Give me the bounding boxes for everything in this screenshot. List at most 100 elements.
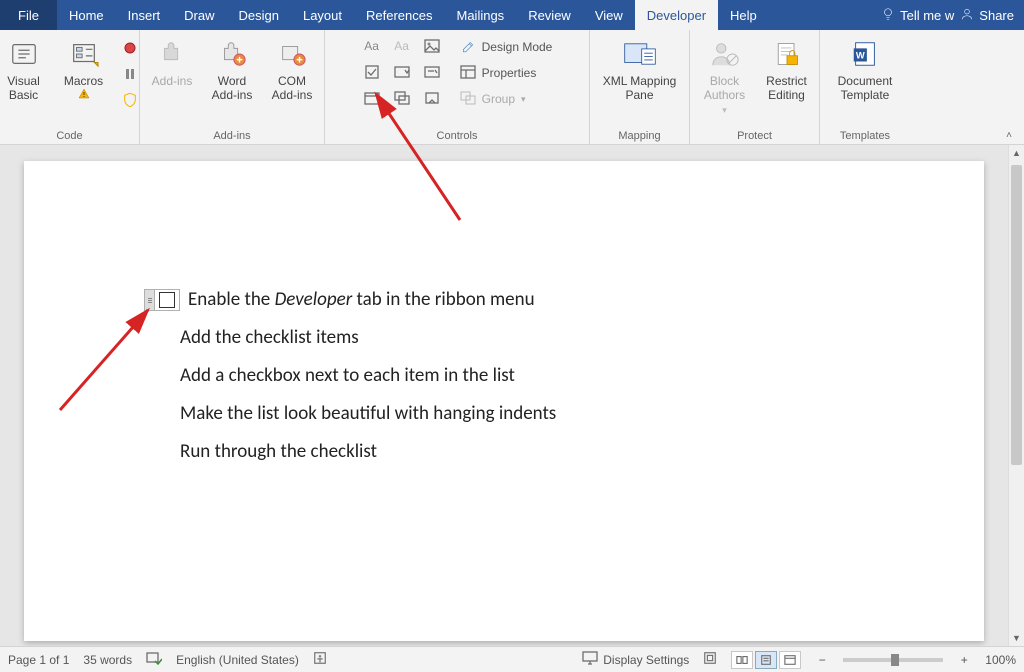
controls-gallery: Aa Aa bbox=[358, 34, 446, 110]
lightbulb-icon bbox=[881, 7, 895, 24]
repeating-section-control[interactable] bbox=[388, 86, 416, 110]
zoom-out[interactable]: − bbox=[815, 653, 829, 667]
workspace: Enable the Developer tab in the ribbon m… bbox=[0, 145, 1008, 646]
block-authors-label: Block Authors bbox=[697, 74, 753, 103]
tab-help[interactable]: Help bbox=[718, 0, 769, 30]
tell-me[interactable]: Tell me w bbox=[881, 7, 954, 24]
scroll-up-button[interactable]: ▲ bbox=[1009, 145, 1024, 161]
tab-design[interactable]: Design bbox=[227, 0, 291, 30]
zoom-knob[interactable] bbox=[891, 654, 899, 666]
share-button[interactable]: Share bbox=[960, 7, 1014, 24]
document-body[interactable]: Enable the Developer tab in the ribbon m… bbox=[144, 281, 556, 471]
combobox-control[interactable] bbox=[388, 60, 416, 84]
tab-view[interactable]: View bbox=[583, 0, 635, 30]
word-addins-button[interactable]: Word Add-ins bbox=[204, 34, 260, 105]
addins-icon bbox=[154, 36, 190, 72]
group-icon bbox=[460, 91, 476, 108]
xml-mapping-button[interactable]: XML Mapping Pane bbox=[597, 34, 683, 105]
restrict-editing-icon bbox=[769, 36, 805, 72]
block-authors-icon bbox=[707, 36, 743, 72]
tab-home[interactable]: Home bbox=[57, 0, 116, 30]
properties-button[interactable]: Properties bbox=[456, 62, 557, 84]
accessibility-icon bbox=[313, 651, 327, 668]
rich-text-control[interactable]: Aa bbox=[358, 34, 386, 58]
tab-file[interactable]: File bbox=[0, 0, 57, 30]
status-page[interactable]: Page 1 of 1 bbox=[8, 653, 69, 667]
view-print-layout[interactable] bbox=[755, 651, 777, 669]
design-mode-icon bbox=[460, 39, 476, 56]
restrict-editing-button[interactable]: Restrict Editing bbox=[759, 34, 815, 105]
macros-button[interactable]: Macros bbox=[56, 34, 112, 108]
tab-mailings[interactable]: Mailings bbox=[445, 0, 517, 30]
svg-text:W: W bbox=[856, 51, 865, 61]
focus-icon bbox=[703, 651, 717, 668]
tell-me-label: Tell me w bbox=[900, 8, 954, 23]
content-control-handle[interactable] bbox=[145, 290, 155, 310]
design-mode-button[interactable]: Design Mode bbox=[456, 36, 557, 58]
status-language[interactable]: English (United States) bbox=[176, 653, 299, 667]
tab-insert[interactable]: Insert bbox=[116, 0, 173, 30]
group-button[interactable]: Group ▾ bbox=[456, 88, 557, 110]
group-addins-label: Add-ins bbox=[146, 128, 318, 144]
spellcheck-icon bbox=[146, 651, 162, 668]
xml-mapping-label: XML Mapping Pane bbox=[599, 74, 681, 103]
com-addins-button[interactable]: COM Add-ins bbox=[264, 34, 320, 105]
visual-basic-button[interactable]: Visual Basic bbox=[0, 34, 52, 105]
scroll-down-button[interactable]: ▼ bbox=[1009, 630, 1024, 646]
legacy-tools-control[interactable] bbox=[418, 86, 446, 110]
tab-references[interactable]: References bbox=[354, 0, 444, 30]
scroll-thumb[interactable] bbox=[1011, 165, 1022, 465]
visual-basic-label: Visual Basic bbox=[0, 74, 50, 103]
display-settings[interactable]: Display Settings bbox=[582, 651, 689, 668]
tab-draw[interactable]: Draw bbox=[172, 0, 226, 30]
view-read-mode[interactable] bbox=[731, 651, 753, 669]
view-web-layout[interactable] bbox=[779, 651, 801, 669]
status-accessibility[interactable] bbox=[313, 651, 327, 668]
monitor-icon bbox=[582, 651, 598, 668]
share-label: Share bbox=[979, 8, 1014, 23]
block-authors-button[interactable]: Block Authors ▾ bbox=[695, 34, 755, 118]
restrict-editing-label: Restrict Editing bbox=[761, 74, 813, 103]
word-addins-label: Word Add-ins bbox=[206, 74, 258, 103]
vertical-scrollbar[interactable]: ▲ ▼ bbox=[1008, 145, 1024, 646]
line3-text: Add a checkbox next to each item in the … bbox=[180, 357, 515, 395]
addins-label: Add-ins bbox=[152, 74, 193, 88]
zoom-in[interactable]: + bbox=[957, 653, 971, 667]
chevron-down-icon: ▾ bbox=[722, 105, 727, 116]
doc-line-5: Run through the checklist bbox=[144, 433, 556, 471]
tab-layout[interactable]: Layout bbox=[291, 0, 354, 30]
checkbox-box[interactable] bbox=[159, 292, 175, 308]
zoom-slider[interactable] bbox=[843, 658, 943, 662]
dropdown-control[interactable] bbox=[418, 60, 446, 84]
group-mapping: XML Mapping Pane Mapping bbox=[590, 30, 690, 144]
picture-control[interactable] bbox=[418, 34, 446, 58]
addins-button[interactable]: Add-ins bbox=[144, 34, 200, 90]
doc-text: Enable the Developer tab in the ribbon m… bbox=[188, 281, 535, 319]
tab-developer[interactable]: Developer bbox=[635, 0, 718, 30]
checkbox-content-control[interactable] bbox=[144, 289, 180, 311]
group-protect-label: Protect bbox=[696, 128, 813, 144]
plain-text-control[interactable]: Aa bbox=[388, 34, 416, 58]
status-spellcheck[interactable] bbox=[146, 651, 162, 668]
document-template-button[interactable]: W Document Template bbox=[827, 34, 903, 105]
group-templates-label: Templates bbox=[826, 128, 904, 144]
group-controls: Aa Aa bbox=[325, 30, 590, 144]
checkbox-control[interactable] bbox=[358, 60, 386, 84]
tab-review[interactable]: Review bbox=[516, 0, 583, 30]
line1-post: tab in the ribbon menu bbox=[352, 288, 534, 311]
date-picker-control[interactable] bbox=[358, 86, 386, 110]
warning-icon bbox=[78, 88, 90, 103]
group-addins: Add-ins Word Add-ins COM Add-ins Add-ins bbox=[140, 30, 325, 144]
focus-mode[interactable] bbox=[703, 651, 717, 668]
line5-text: Run through the checklist bbox=[180, 433, 377, 471]
zoom-level[interactable]: 100% bbox=[985, 653, 1016, 667]
visual-basic-icon bbox=[6, 36, 42, 72]
status-words[interactable]: 35 words bbox=[83, 653, 132, 667]
com-addins-label: COM Add-ins bbox=[266, 74, 318, 103]
group-btn-label: Group bbox=[482, 92, 515, 106]
group-protect: Block Authors ▾ Restrict Editing Protect bbox=[690, 30, 820, 144]
document-page[interactable]: Enable the Developer tab in the ribbon m… bbox=[24, 161, 984, 641]
group-code: Visual Basic Macros bbox=[0, 30, 140, 144]
collapse-ribbon-button[interactable]: ˄ bbox=[1000, 128, 1018, 142]
doc-line-4: Make the list look beautiful with hangin… bbox=[144, 395, 556, 433]
